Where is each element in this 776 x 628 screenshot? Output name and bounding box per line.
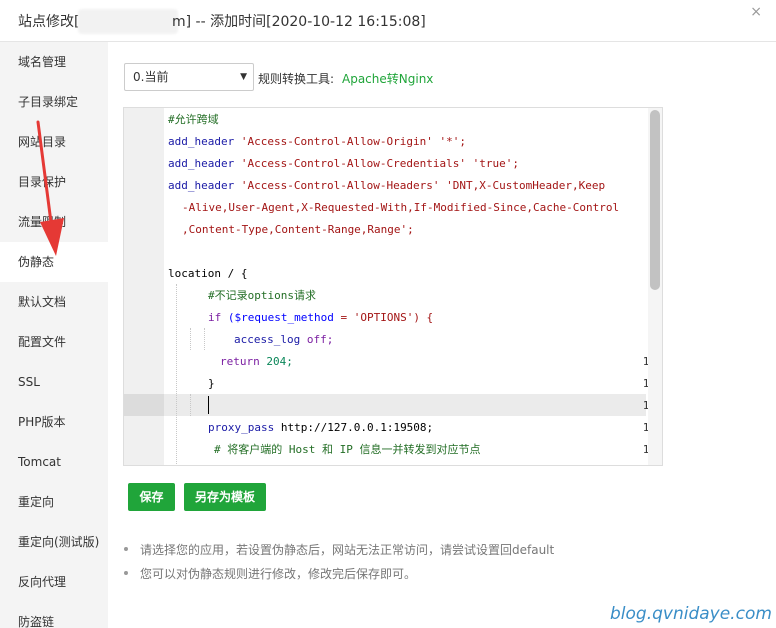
rewrite-code-editor[interactable]: 1 2 3 4 5 6 7 8 9 10 11 12 13 14 #允许跨域 a…	[123, 107, 663, 466]
watermark: blog.qvnidaye.com	[610, 604, 772, 624]
tip-item: 您可以对伪静态规则进行修改，修改完后保存即可。	[124, 564, 744, 588]
code-args: 'Access-Control-Allow-Headers' 'DNT,X-Cu…	[234, 179, 606, 192]
version-select-value: 0.当前	[133, 70, 169, 84]
dialog-title-suffix: m] -- 添加时间[2020-10-12 16:15:08]	[172, 14, 426, 30]
sidebar-item-php-version[interactable]: PHP版本	[0, 402, 108, 442]
help-tips: 请选择您的应用，若设置伪静态后，网站无法正常访问，请尝试设置回default 您…	[124, 540, 744, 588]
indent-guide	[190, 328, 191, 350]
sidebar-item-dir-protect[interactable]: 目录保护	[0, 162, 108, 202]
dialog-title-prefix: 站点修改[	[18, 14, 80, 30]
indent-guide	[204, 328, 205, 350]
code-line-13: proxy_pass http://127.0.0.1:19508;	[208, 421, 433, 435]
rule-convert-label: 规则转换工具:	[258, 72, 335, 86]
sidebar-item-default-doc[interactable]: 默认文档	[0, 282, 108, 322]
code-line-11: }	[208, 377, 215, 390]
code-line-4-wrap-1: -Alive,User-Agent,X-Requested-With,If-Mo…	[182, 201, 620, 214]
sidebar-item-traffic-limit[interactable]: 流量限制	[0, 202, 108, 242]
indent-guide	[176, 284, 177, 464]
bullet-icon	[124, 571, 128, 575]
code-value: 204;	[259, 355, 293, 368]
code-directive: add_header	[168, 135, 235, 148]
apache-to-nginx-link[interactable]: Apache转Nginx	[342, 70, 433, 87]
code-args: 'Access-Control-Allow-Credentials' 'true…	[234, 157, 520, 170]
code-variable: ($request_method	[221, 311, 334, 324]
code-line-4-wrap-2: ,Content-Type,Content-Range,Range';	[182, 223, 414, 236]
code-line-8: if ($request_method = 'OPTIONS') {	[208, 311, 433, 325]
code-args: 'Access-Control-Allow-Origin' '*';	[234, 135, 467, 148]
sidebar-item-rewrite[interactable]: 伪静态	[0, 242, 108, 282]
sidebar: 域名管理 子目录绑定 网站目录 目录保护 流量限制 伪静态 默认文档 配置文件 …	[0, 42, 108, 628]
code-line-6: location / {	[168, 267, 248, 280]
sidebar-item-ssl[interactable]: SSL	[0, 362, 108, 402]
code-line-4: add_header 'Access-Control-Allow-Headers…	[168, 179, 605, 193]
code-args: = 'OPTIONS') {	[333, 311, 434, 324]
code-directive: return	[220, 355, 260, 368]
code-line-10: return 204;	[220, 355, 293, 369]
code-line-9: access_log off;	[234, 333, 333, 347]
sidebar-item-hotlink[interactable]: 防盗链	[0, 602, 108, 628]
code-line-2: add_header 'Access-Control-Allow-Origin'…	[168, 135, 466, 149]
sidebar-item-domain[interactable]: 域名管理	[0, 42, 108, 82]
sidebar-item-subdir-bind[interactable]: 子目录绑定	[0, 82, 108, 122]
indent-guide	[190, 394, 191, 416]
caret-down-icon: ▼	[240, 72, 247, 82]
bullet-icon	[124, 547, 128, 551]
redacted-domain	[78, 9, 178, 34]
close-icon[interactable]: ×	[750, 4, 762, 20]
code-directive: add_header	[168, 157, 235, 170]
version-select[interactable]: 0.当前 ▼	[124, 63, 254, 91]
sidebar-item-reverse-proxy[interactable]: 反向代理	[0, 562, 108, 602]
code-directive: add_header	[168, 179, 235, 192]
editor-scrollbar[interactable]	[648, 108, 662, 465]
active-line-gutter	[124, 394, 164, 416]
sidebar-item-config-file[interactable]: 配置文件	[0, 322, 108, 362]
tip-text: 您可以对伪静态规则进行修改，修改完后保存即可。	[140, 567, 417, 581]
code-value: off;	[300, 333, 334, 346]
code-line-3: add_header 'Access-Control-Allow-Credent…	[168, 157, 519, 171]
code-line-1: #允许跨域	[168, 113, 219, 126]
code-line-14: # 将客户端的 Host 和 IP 信息一并转发到对应节点	[214, 443, 481, 456]
text-cursor	[208, 396, 209, 414]
tip-item: 请选择您的应用，若设置伪静态后，网站无法正常访问，请尝试设置回default	[124, 540, 744, 564]
sidebar-item-tomcat[interactable]: Tomcat	[0, 442, 108, 482]
sidebar-item-site-dir[interactable]: 网站目录	[0, 122, 108, 162]
code-value: http://127.0.0.1:19508;	[274, 421, 434, 434]
code-directive: access_log	[234, 333, 301, 346]
sidebar-item-redirect-beta[interactable]: 重定向(测试版)	[0, 522, 108, 562]
save-button[interactable]: 保存	[128, 483, 175, 511]
dialog-titlebar: 站点修改[ m] -- 添加时间[2020-10-12 16:15:08] ×	[0, 0, 776, 42]
code-keyword: if	[208, 311, 222, 324]
sidebar-item-redirect[interactable]: 重定向	[0, 482, 108, 522]
editor-scrollbar-thumb[interactable]	[650, 110, 660, 290]
active-line-highlight	[164, 394, 646, 416]
code-line-7: #不记录options请求	[208, 289, 316, 302]
tip-text: 请选择您的应用，若设置伪静态后，网站无法正常访问，请尝试设置回default	[140, 543, 555, 557]
save-as-template-button[interactable]: 另存为模板	[184, 483, 266, 511]
code-directive: proxy_pass	[208, 421, 275, 434]
